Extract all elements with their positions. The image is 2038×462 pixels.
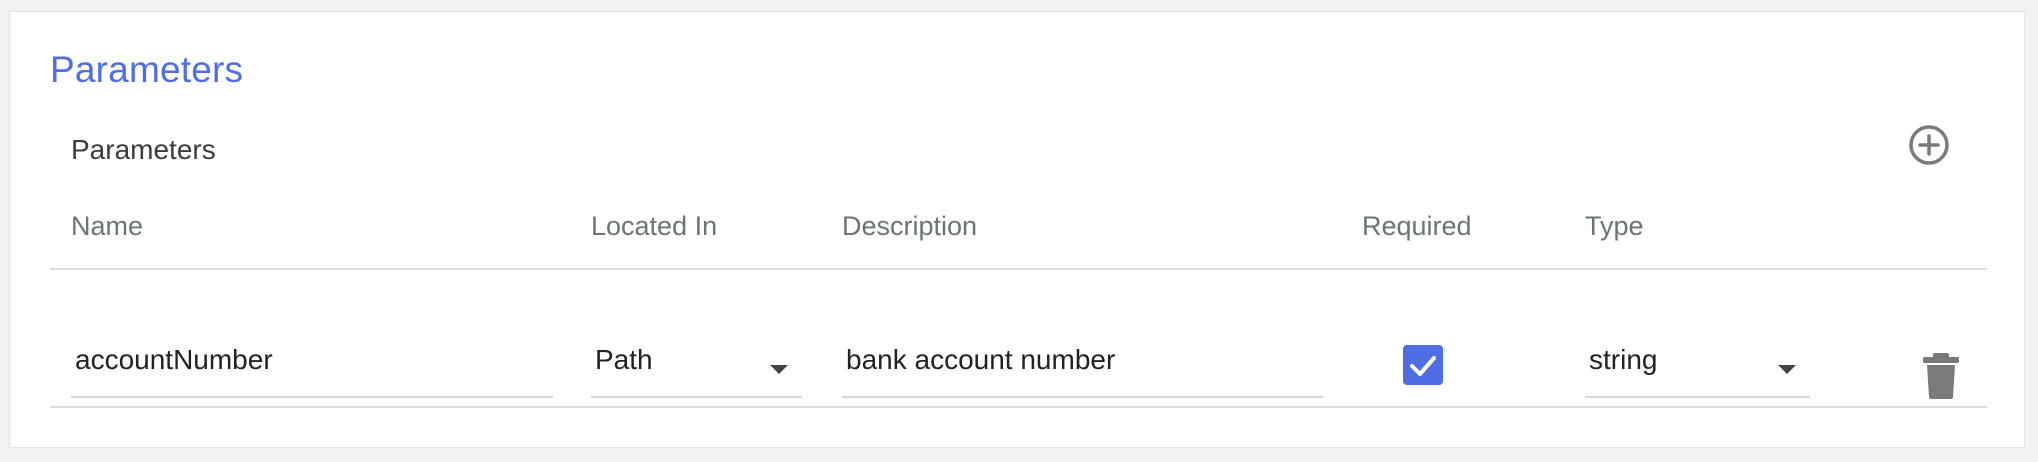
header-divider bbox=[50, 268, 1987, 270]
table-title: Parameters bbox=[71, 134, 216, 165]
required-checkbox[interactable] bbox=[1403, 345, 1443, 385]
located-in-select[interactable]: Path bbox=[591, 338, 802, 398]
row-divider bbox=[50, 406, 1987, 408]
header-name: Name bbox=[71, 211, 144, 241]
parameters-card: Parameters Parameters Name Located In De… bbox=[9, 11, 2025, 448]
header-type: Type bbox=[1585, 211, 1644, 241]
type-select[interactable]: string bbox=[1585, 338, 1810, 398]
header-required: Required bbox=[1362, 211, 1472, 241]
trash-icon bbox=[1923, 353, 1959, 399]
caret-down-icon bbox=[770, 365, 788, 374]
name-input[interactable]: accountNumber bbox=[71, 338, 553, 398]
header-located-in: Located In bbox=[591, 211, 718, 241]
header-description: Description bbox=[842, 211, 978, 241]
add-parameter-button[interactable] bbox=[1908, 124, 1950, 166]
type-value: string bbox=[1589, 344, 1658, 375]
check-icon bbox=[1410, 356, 1436, 376]
delete-parameter-button[interactable] bbox=[1918, 351, 1964, 401]
located-in-value: Path bbox=[595, 344, 653, 375]
caret-down-icon bbox=[1778, 365, 1796, 374]
add-circle-icon bbox=[1909, 125, 1949, 165]
description-input[interactable]: bank account number bbox=[842, 338, 1323, 398]
section-title: Parameters bbox=[50, 49, 244, 90]
